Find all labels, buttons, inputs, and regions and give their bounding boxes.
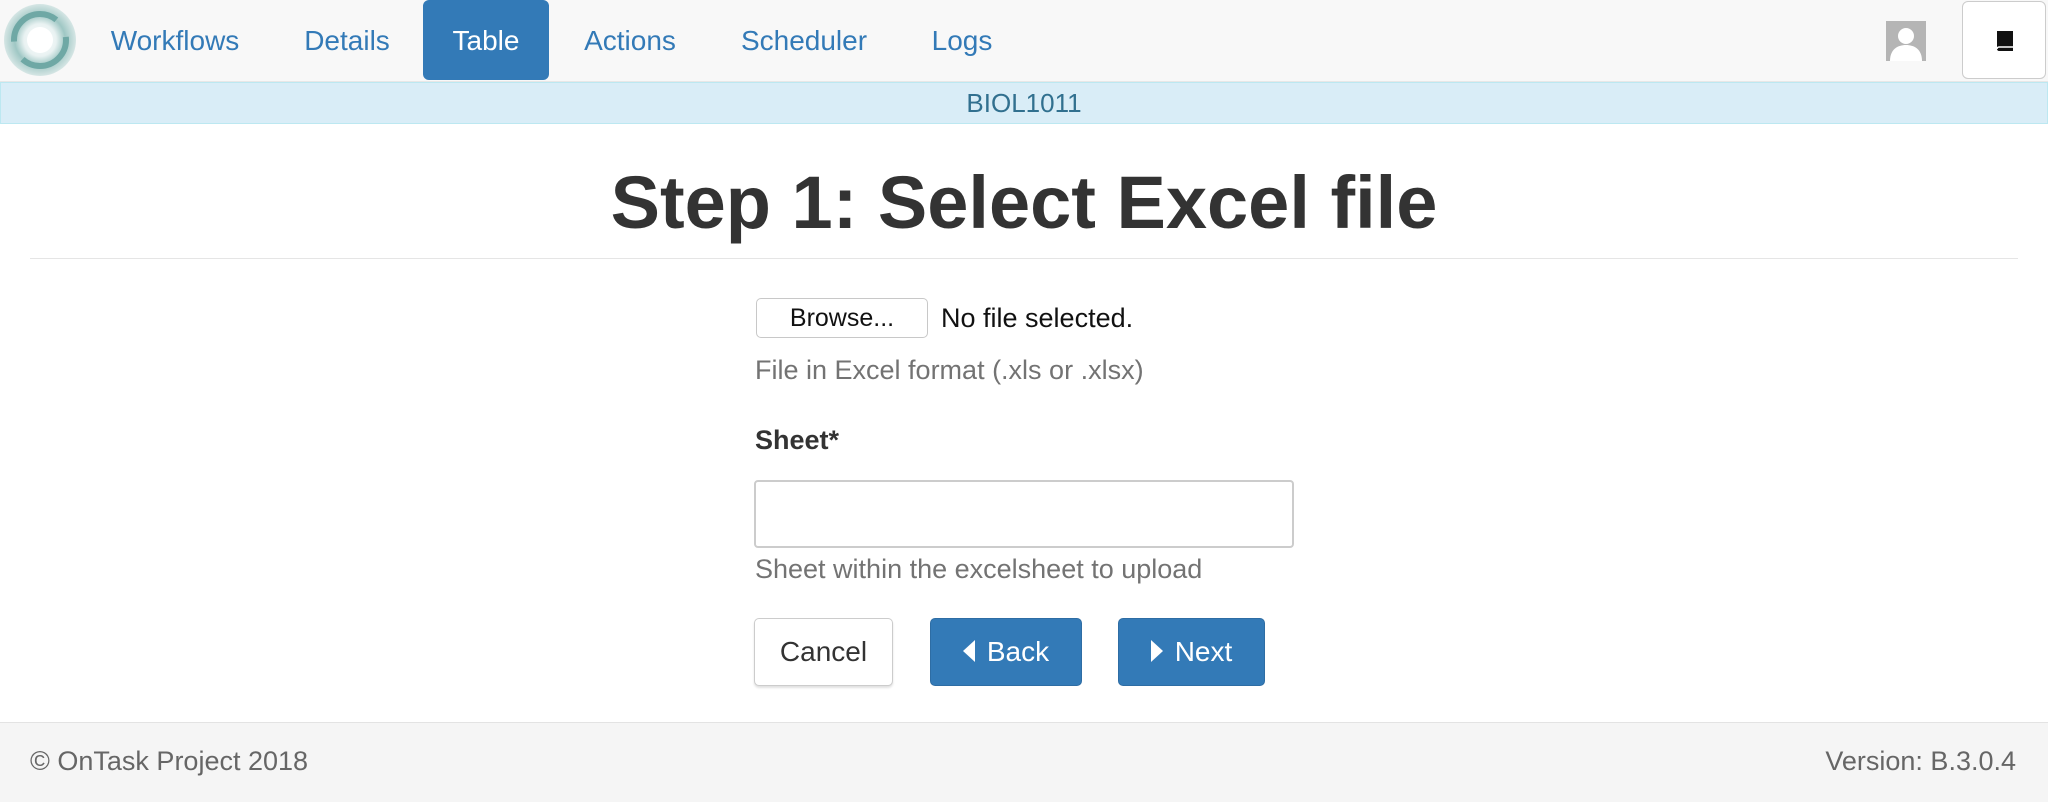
sheet-label: Sheet* [755,425,840,455]
file-help-text: File in Excel format (.xls or .xlsx) [755,355,1144,385]
next-button[interactable]: Next [1118,618,1265,686]
nav-actions[interactable]: Actions [572,0,688,80]
documentation-button[interactable] [1962,1,2046,79]
browse-file-button[interactable]: Browse... [756,298,928,338]
nav-scheduler[interactable]: Scheduler [730,0,878,80]
back-button-label: Back [986,636,1050,667]
workflow-name-banner: BIOL1011 [0,82,2048,124]
page-title: Step 1: Select Excel file [610,161,1438,244]
footer-copyright: © OnTask Project 2018 [30,746,309,776]
cancel-button[interactable]: Cancel [754,618,893,686]
ontask-logo-icon[interactable] [2,2,78,78]
footer-version: Version: B.3.0.4 [1825,746,2016,776]
user-avatar-icon[interactable] [1886,21,1926,61]
sheet-help-text: Sheet within the excelsheet to upload [755,554,1203,584]
nav-workflows[interactable]: Workflows [98,0,252,80]
book-icon [1994,29,2016,58]
back-button[interactable]: Back [930,618,1082,686]
caret-right-icon [1150,639,1163,662]
file-selection-status: No file selected. [941,303,1134,333]
sheet-input[interactable] [754,480,1294,548]
footer: © OnTask Project 2018 Version: B.3.0.4 [0,722,2048,802]
title-divider [30,258,2018,259]
cancel-button-label: Cancel [779,636,868,667]
caret-left-icon [962,639,975,662]
workflow-name: BIOL1011 [966,88,1082,118]
nav-details[interactable]: Details [292,0,402,80]
nav-logs[interactable]: Logs [920,0,1004,80]
next-button-label: Next [1174,636,1233,667]
top-navbar: Workflows Details Table Actions Schedule… [0,0,2048,82]
nav-table[interactable]: Table [423,0,549,80]
